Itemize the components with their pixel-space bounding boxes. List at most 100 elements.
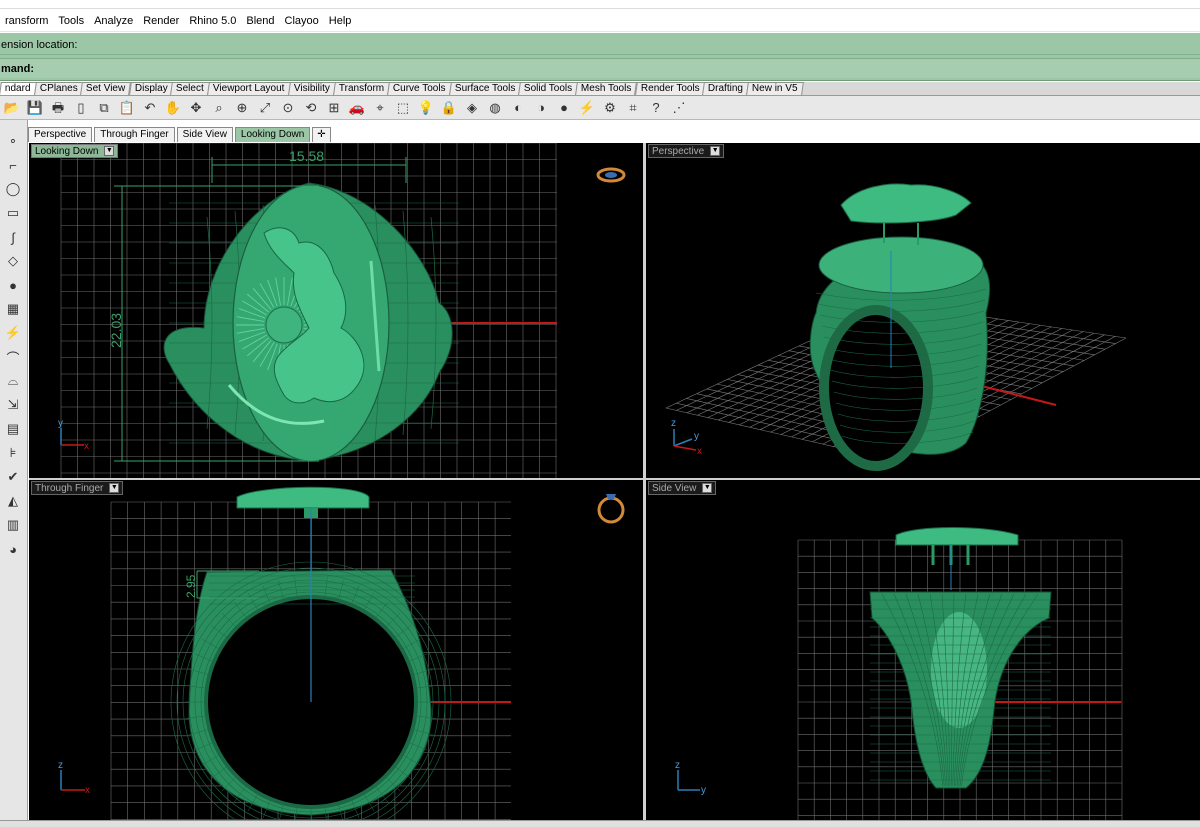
- layer-paint-icon[interactable]: ◭: [3, 492, 23, 510]
- array-icon[interactable]: ▤: [3, 420, 23, 438]
- options-icon[interactable]: ⋰: [669, 99, 689, 117]
- toolbar-tab[interactable]: Solid Tools: [518, 82, 579, 95]
- viewport-looking-down[interactable]: Looking Down ▼ 15.58 22.03 y x: [29, 143, 643, 478]
- menu-render[interactable]: Render: [138, 10, 184, 32]
- toolbar-tab-label: Solid Tools: [523, 83, 573, 94]
- analyze-icon[interactable]: ⊧: [3, 444, 23, 462]
- toolbar-tab[interactable]: Drafting: [702, 82, 750, 95]
- viewport-side-view[interactable]: Side View ▼ z y: [646, 480, 1200, 820]
- add-viewport-tab-button[interactable]: ✛: [312, 127, 331, 142]
- stack-icon[interactable]: ▥: [3, 516, 23, 534]
- dimension-height-label: 22.03: [108, 313, 124, 348]
- rendered-sphere-icon[interactable]: ◑: [531, 99, 551, 117]
- axis-z-label: z: [675, 760, 680, 771]
- toolbar-tab[interactable]: Transform: [332, 82, 390, 95]
- left-tool-palette: ∘ ⌐ ◯ ▭ ∫ ◇ ● ▦ ⚡ ⌒ ⌓ ⇲ ▤ ⊧ ✔ ◭ ▥ ◕: [0, 120, 28, 827]
- transform-icon[interactable]: ⇲: [3, 396, 23, 414]
- flash-icon[interactable]: ⚡: [3, 324, 23, 342]
- zoom-window-icon[interactable]: ⊕: [232, 99, 252, 117]
- menu-clayoo[interactable]: Clayoo: [280, 10, 324, 32]
- seal-relief-plate: [895, 527, 1019, 546]
- viewport-perspective[interactable]: Perspective ▼ z y x: [646, 143, 1200, 478]
- flash-icon[interactable]: ⚡: [577, 99, 597, 117]
- viewport-through-finger[interactable]: Through Finger ▼ 2.95 z x: [29, 480, 643, 820]
- chevron-down-icon[interactable]: ▼: [109, 483, 120, 493]
- viewport-label[interactable]: Perspective ▼: [648, 144, 725, 158]
- toolbar-tab[interactable]: Display: [128, 82, 174, 95]
- toolbar-tab[interactable]: Visibility: [287, 82, 336, 95]
- command-prompt[interactable]: mand:: [0, 58, 1200, 78]
- chevron-down-icon[interactable]: ▼: [710, 146, 721, 156]
- chevron-down-icon[interactable]: ▼: [702, 483, 713, 493]
- curve-tools-icon[interactable]: ⌒: [3, 348, 23, 366]
- chevron-down-icon[interactable]: ▼: [104, 146, 115, 156]
- print-icon[interactable]: 🖶: [48, 99, 68, 117]
- shaded-sphere-icon[interactable]: ◐: [508, 99, 528, 117]
- rectangle-icon[interactable]: ▭: [3, 204, 23, 222]
- tab-through-finger[interactable]: Through Finger: [94, 127, 175, 142]
- zoom-selected-icon[interactable]: ⊙: [278, 99, 298, 117]
- title-strip: [0, 0, 1200, 9]
- curve-icon[interactable]: ∫: [3, 228, 23, 246]
- menu-analyze[interactable]: Analyze: [89, 10, 138, 32]
- color-wheel-icon[interactable]: ◍: [485, 99, 505, 117]
- toolbar-tab[interactable]: Set View: [80, 82, 132, 95]
- surface-icon[interactable]: ◇: [3, 252, 23, 270]
- open-icon[interactable]: 📂: [2, 99, 22, 117]
- menu-tools[interactable]: Tools: [53, 10, 89, 32]
- menu-help[interactable]: Help: [324, 10, 357, 32]
- viewport-label[interactable]: Looking Down ▼: [31, 144, 119, 158]
- fillet-icon[interactable]: ⌓: [3, 372, 23, 390]
- light-bulb-icon[interactable]: 💡: [416, 99, 436, 117]
- new-icon[interactable]: ▯: [71, 99, 91, 117]
- zoom-extents-icon[interactable]: ⤢: [255, 99, 275, 117]
- menu-transform[interactable]: ransform: [0, 10, 53, 32]
- tab-looking-down[interactable]: Looking Down: [234, 127, 311, 142]
- tab-side-view[interactable]: Side View: [176, 127, 233, 142]
- move-view-icon[interactable]: ✥: [186, 99, 206, 117]
- circle-icon[interactable]: ◯: [3, 180, 23, 198]
- point-icon[interactable]: ∘: [3, 132, 23, 150]
- tab-perspective[interactable]: Perspective: [28, 127, 93, 142]
- viewport-splitter-horizontal[interactable]: [29, 478, 1200, 480]
- layer-icon[interactable]: ◈: [462, 99, 482, 117]
- lock-icon[interactable]: 🔒: [439, 99, 459, 117]
- zoom-icon[interactable]: ⌕: [209, 99, 229, 117]
- toolbar-tab[interactable]: Surface Tools: [448, 82, 521, 95]
- polyline-icon[interactable]: ⌐: [3, 156, 23, 174]
- undo-icon[interactable]: ↶: [140, 99, 160, 117]
- dimension-icon[interactable]: ⌗: [623, 99, 643, 117]
- viewport-label[interactable]: Side View ▼: [648, 481, 717, 495]
- toolbar-tab[interactable]: Select: [170, 82, 211, 95]
- toolbar-tab[interactable]: Mesh Tools: [575, 82, 638, 95]
- menu-rhino[interactable]: Rhino 5.0: [184, 10, 241, 32]
- rotate-view-icon[interactable]: ⟲: [301, 99, 321, 117]
- through-finger-canvas: 2.95 z x: [58, 486, 625, 820]
- mesh-icon[interactable]: ▦: [3, 300, 23, 318]
- viewport-splitter-vertical[interactable]: [643, 143, 646, 820]
- toolbar-tab[interactable]: Curve Tools: [387, 82, 452, 95]
- paste-icon[interactable]: 📋: [117, 99, 137, 117]
- viewport-label[interactable]: Through Finger ▼: [31, 481, 124, 495]
- check-icon[interactable]: ✔: [3, 468, 23, 486]
- toolbar-tab[interactable]: ndard: [0, 82, 37, 95]
- gear-group-icon[interactable]: ⚙: [600, 99, 620, 117]
- toolbar-tab[interactable]: CPlanes: [33, 82, 84, 95]
- copy-icon[interactable]: ⧉: [94, 99, 114, 117]
- toolbar-tab[interactable]: Viewport Layout: [207, 82, 291, 95]
- pan-hand-icon[interactable]: ✋: [163, 99, 183, 117]
- render-sphere-icon[interactable]: ●: [554, 99, 574, 117]
- save-icon[interactable]: 💾: [25, 99, 45, 117]
- render-icon[interactable]: ◕: [3, 540, 23, 558]
- axis-indicator: y x: [58, 418, 89, 452]
- car-icon[interactable]: 🚗: [347, 99, 367, 117]
- toolbar-tab[interactable]: New in V5: [746, 82, 804, 95]
- snap-icon[interactable]: ⌖: [370, 99, 390, 117]
- toolbar-tab-label: Set View: [86, 83, 126, 94]
- four-viewports-icon[interactable]: ⊞: [324, 99, 344, 117]
- toolbar-tab[interactable]: Render Tools: [634, 82, 706, 95]
- menu-blend[interactable]: Blend: [241, 10, 279, 32]
- solid-sphere-icon[interactable]: ●: [3, 276, 23, 294]
- select-point-icon[interactable]: ⬚: [393, 99, 413, 117]
- help-icon[interactable]: ?: [646, 99, 666, 117]
